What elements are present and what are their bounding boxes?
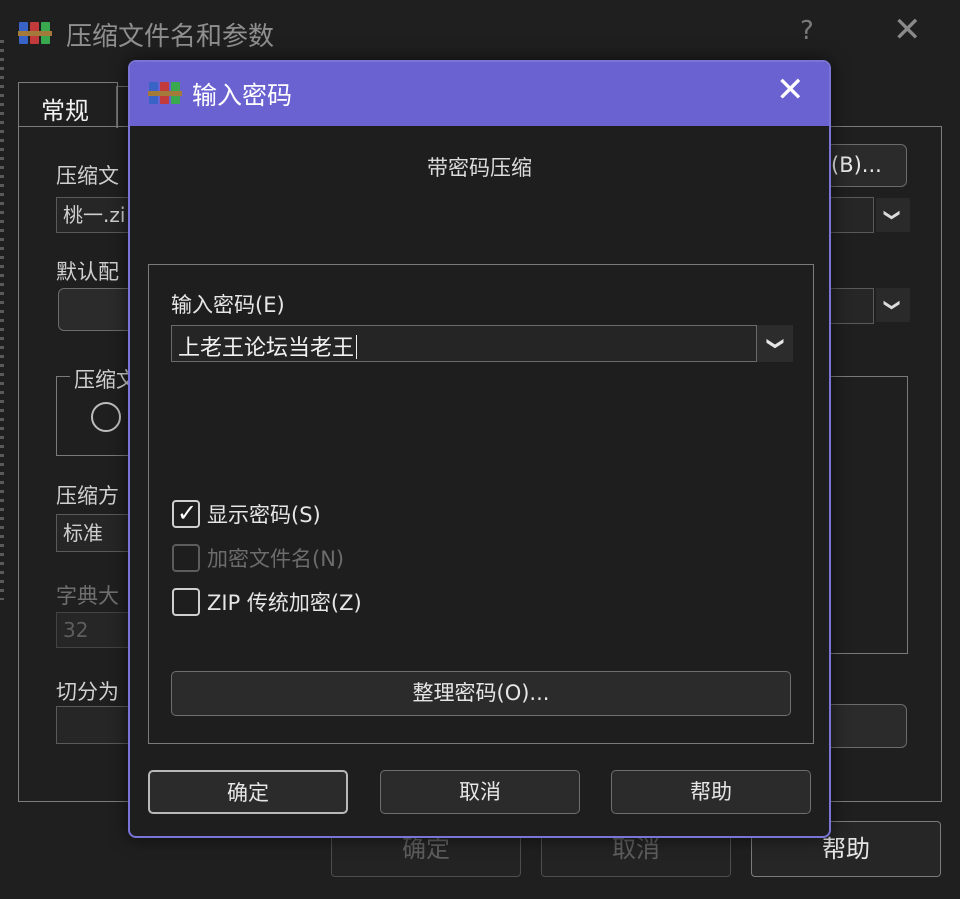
- split-volumes-field[interactable]: [56, 706, 136, 744]
- dictionary-select[interactable]: 32: [56, 612, 136, 648]
- enter-password-dialog: 输入密码 ✕ 带密码压缩 输入密码(E) 上老王论坛当老王 ❯ ✓ 显示密码(S…: [128, 60, 831, 838]
- winrar-icon: [18, 17, 52, 47]
- method-label: 压缩方: [56, 484, 119, 508]
- archive-name-field[interactable]: 桃一.zi: [56, 197, 136, 233]
- update-mode-chevron-down-icon[interactable]: ❯: [876, 288, 910, 322]
- encrypt-filenames-checkbox[interactable]: [172, 544, 200, 572]
- password-label: 输入密码(E): [171, 293, 285, 317]
- options-group: [826, 376, 908, 654]
- archive-name-chevron-down-icon[interactable]: ❯: [876, 198, 910, 232]
- help-button[interactable]: 帮助: [611, 770, 811, 814]
- ok-button[interactable]: 确定: [148, 770, 348, 814]
- dialog-title: 输入密码: [192, 81, 293, 110]
- update-mode-field[interactable]: [826, 288, 874, 324]
- dialog-title-bar: 输入密码 ✕: [130, 62, 829, 126]
- show-password-checkbox[interactable]: ✓: [172, 499, 200, 528]
- archive-name-label: 压缩文: [56, 164, 119, 188]
- profiles-button[interactable]: [58, 288, 138, 331]
- password-input[interactable]: 上老王论坛当老王: [171, 325, 757, 362]
- format-radio[interactable]: [91, 402, 121, 432]
- encrypt-filenames-label: 加密文件名(N): [207, 547, 345, 571]
- background-title-bar: 压缩文件名和参数 ? ✕: [0, 0, 960, 66]
- cancel-button[interactable]: 取消: [380, 770, 580, 814]
- password-history-chevron-down-icon[interactable]: ❯: [757, 325, 793, 362]
- zip-legacy-encryption-checkbox[interactable]: [172, 588, 200, 616]
- dialog-subtitle: 带密码压缩: [427, 156, 532, 180]
- set-password-button[interactable]: [826, 704, 907, 748]
- dictionary-label: 字典大: [56, 584, 119, 608]
- method-select[interactable]: 标准: [56, 514, 136, 552]
- winrar-icon: [148, 77, 182, 107]
- password-value: 上老王论坛当老王: [178, 336, 355, 361]
- zip-legacy-encryption-label[interactable]: ZIP 传统加密(Z): [207, 587, 362, 617]
- show-password-label[interactable]: 显示密码(S): [207, 499, 321, 529]
- tab-general-label: 常规: [41, 97, 89, 125]
- text-caret: [356, 335, 358, 359]
- organize-passwords-button[interactable]: 整理密码(O)...: [171, 671, 791, 716]
- help-icon[interactable]: ?: [800, 16, 814, 46]
- background-window-title: 压缩文件名和参数: [66, 22, 275, 52]
- password-group: 输入密码(E) 上老王论坛当老王 ❯ ✓ 显示密码(S) 加密文件名(N) ZI…: [148, 264, 814, 744]
- dialog-close-icon[interactable]: ✕: [776, 70, 805, 110]
- split-volumes-label: 切分为: [56, 680, 119, 704]
- archive-name-field-end[interactable]: [826, 197, 874, 233]
- background-close-icon[interactable]: ✕: [893, 10, 922, 50]
- browse-button[interactable]: (B)...: [826, 144, 907, 187]
- left-edge-decoration: [0, 40, 4, 600]
- tab-general[interactable]: 常规: [18, 82, 118, 128]
- checkmark-icon: ✓: [177, 499, 198, 527]
- default-profile-label: 默认配: [56, 260, 119, 284]
